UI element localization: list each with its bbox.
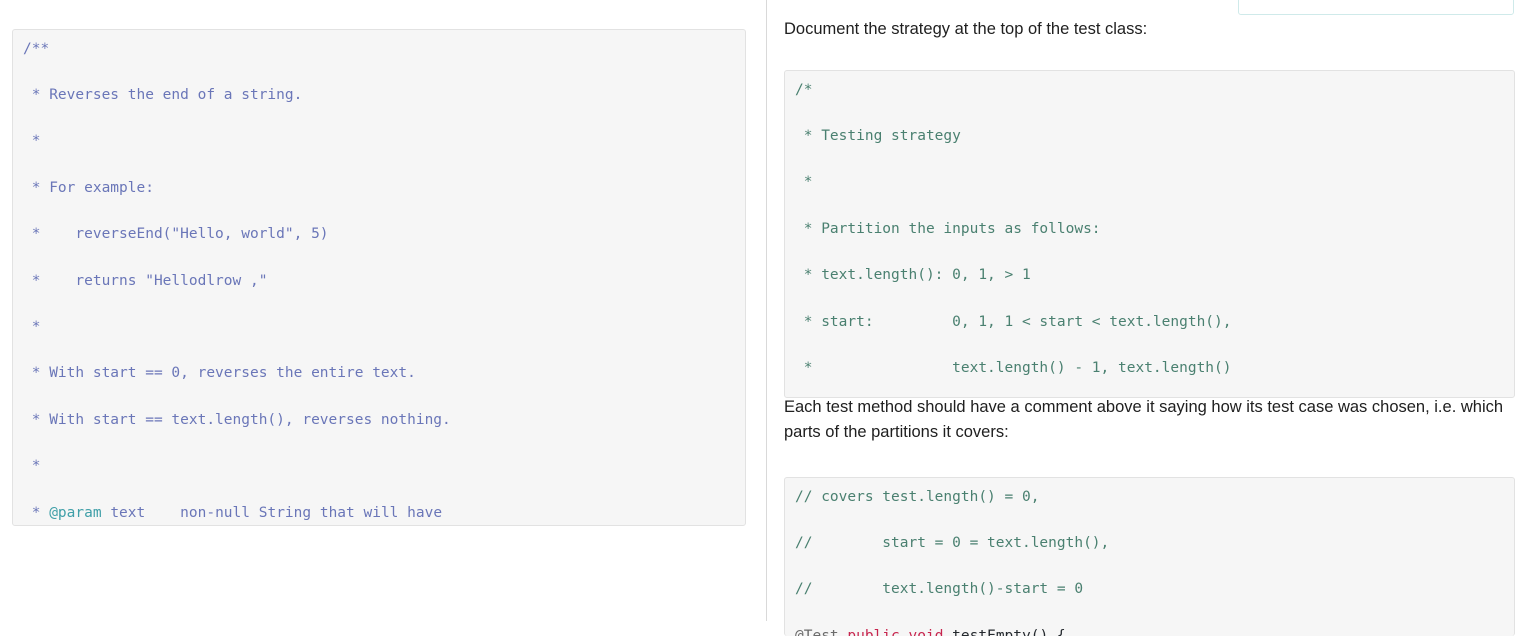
code-token: * text.length(): 0, 1, > 1 — [795, 267, 1031, 284]
code-line: // text.length()-start = 0 — [795, 578, 1504, 601]
code-token: * Testing strategy — [795, 127, 961, 144]
code-token: public — [847, 628, 899, 636]
code-line: * Partition the inputs as follows: — [795, 218, 1504, 241]
javadoc-spec-code-block: /** * Reverses the end of a string. * * … — [12, 28, 746, 526]
code-token: @param — [49, 504, 102, 521]
code-token: * — [23, 504, 50, 521]
testing-strategy-code-block: /* * Testing strategy * * Partition the … — [784, 69, 1515, 398]
test-method-code-block: // covers test.length() = 0, // start = … — [784, 476, 1515, 636]
code-token: * returns "Hellodlrow ," — [23, 272, 268, 289]
code-line: * returns "Hellodlrow ," — [23, 270, 735, 293]
code-line: * text.length(): 0, 1, > 1 — [795, 264, 1504, 287]
code-line: * For example: — [23, 177, 735, 200]
code-token: * Reverses the end of a string. — [23, 86, 303, 103]
code-line: * — [795, 171, 1504, 194]
code-token: * text.length() - 1, text.length() — [795, 359, 1232, 376]
code-line: // covers test.length() = 0, — [795, 486, 1504, 509]
code-line: * — [23, 455, 735, 478]
code-line: * Testing strategy — [795, 125, 1504, 148]
code-token: void — [909, 628, 944, 636]
left-panel: /** * Reverses the end of a string. * * … — [0, 0, 766, 621]
code-line: * With start == text.length(), reverses … — [23, 409, 735, 432]
code-token: testEmpty() { — [943, 628, 1066, 636]
code-token: * With start == 0, reverses the entire t… — [23, 365, 416, 382]
code-line: * reverseEnd("Hello, world", 5) — [23, 223, 735, 246]
code-token: // covers test.length() = 0, — [795, 488, 1040, 505]
code-token: /* — [795, 81, 813, 98]
code-token: text non-null String that will have — [101, 504, 443, 521]
test-method-comment-instruction-text: Each test method should have a comment a… — [784, 398, 1504, 441]
code-token: * — [23, 318, 41, 335]
code-token: * For example: — [23, 179, 154, 196]
code-token: * With start == text.length(), reverses … — [23, 411, 451, 428]
code-token: // text.length()-start = 0 — [795, 581, 1084, 598]
code-line: * @param text non-null String that will … — [23, 502, 735, 525]
code-line: * Reverses the end of a string. — [23, 84, 735, 107]
code-line: * start: 0, 1, 1 < start < text.length()… — [795, 311, 1504, 334]
code-token: * Partition the inputs as follows: — [795, 220, 1101, 237]
code-token: * — [23, 458, 41, 475]
code-line: * — [23, 316, 735, 339]
code-line: @Test public void testEmpty() { — [795, 625, 1504, 636]
code-token: * start: 0, 1, 1 < start < text.length()… — [795, 313, 1232, 330]
code-line: // start = 0 = text.length(), — [795, 532, 1504, 555]
code-token: * — [795, 174, 813, 191]
right-panel: Document the strategy at the top of the … — [767, 0, 1522, 636]
code-token: // start = 0 = text.length(), — [795, 534, 1110, 551]
code-line: /** — [23, 38, 735, 61]
code-line: * text.length() - 1, text.length() — [795, 357, 1504, 380]
code-token: * — [23, 133, 41, 150]
code-token: * reverseEnd("Hello, world", 5) — [23, 226, 329, 243]
code-line: * — [23, 130, 735, 153]
strategy-instruction-text: Document the strategy at the top of the … — [784, 20, 1148, 38]
code-line: /* — [795, 79, 1504, 102]
code-token: @Test — [795, 628, 839, 636]
code-line: * With start == 0, reverses the entire t… — [23, 362, 735, 385]
code-token: /** — [23, 40, 50, 57]
